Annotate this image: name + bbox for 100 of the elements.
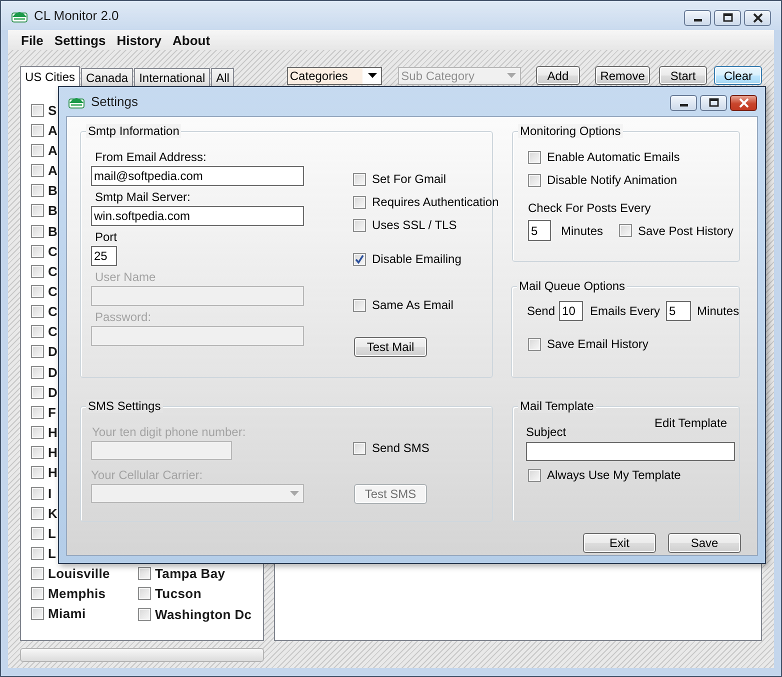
city-name: F (48, 404, 56, 420)
checkbox[interactable] (31, 224, 44, 238)
city-name: H (48, 425, 58, 440)
city-name: H (48, 465, 58, 480)
checkbox[interactable] (31, 345, 44, 358)
checkbox[interactable] (31, 567, 44, 580)
field-label: User Name (95, 270, 157, 284)
checkbox[interactable] (353, 298, 366, 312)
emails-every-label: Emails Every (590, 304, 660, 318)
checkbox[interactable] (138, 608, 151, 621)
checkbox[interactable] (31, 386, 44, 399)
group-title: Mail Queue Options (517, 279, 628, 293)
field-label: From Email Address: (95, 150, 208, 164)
city-name: Memphis (48, 586, 106, 602)
city-name: L (48, 546, 56, 562)
minimize-button[interactable] (684, 10, 711, 26)
checkbox[interactable] (31, 587, 44, 600)
dialog-button[interactable]: Save (668, 533, 741, 553)
subject-field[interactable] (526, 442, 735, 461)
checkbox[interactable] (31, 466, 44, 480)
city-name: L (48, 526, 56, 541)
checkbox[interactable] (31, 446, 44, 460)
checkbox-label: Save Post History (638, 224, 734, 238)
menu-item[interactable]: History (116, 32, 162, 48)
toolbar-button[interactable]: Add (536, 66, 580, 85)
checkbox[interactable] (31, 366, 44, 379)
scrollbar[interactable] (20, 648, 264, 662)
group-title: Smtp Information (86, 124, 182, 138)
dialog-button[interactable]: Exit (583, 533, 656, 553)
checkbox-label: Set For Gmail (372, 172, 446, 186)
checkbox[interactable] (353, 442, 366, 454)
input-field[interactable]: win.softpedia.com (91, 206, 304, 226)
checkbox[interactable] (353, 196, 366, 208)
menu-item[interactable]: File (21, 32, 44, 48)
checkbox-label: Uses SSL / TLS (372, 218, 457, 232)
tab[interactable]: US Cities (20, 66, 80, 87)
input-field[interactable]: mail@softpedia.com (91, 166, 304, 186)
toolbar-button[interactable]: Remove (595, 66, 650, 85)
checkbox[interactable] (31, 284, 44, 298)
menu-item[interactable]: About (172, 32, 210, 48)
checkbox[interactable] (528, 174, 541, 186)
checkbox[interactable] (31, 184, 44, 198)
city-name: A (48, 122, 58, 138)
checkbox[interactable] (353, 252, 366, 266)
city-name: C (48, 264, 58, 279)
close-button[interactable] (744, 10, 771, 26)
city-name: D (48, 344, 58, 360)
checkbox[interactable] (31, 607, 44, 620)
input-field[interactable]: 25 (91, 246, 117, 266)
checkbox[interactable] (31, 486, 44, 500)
maximize-button[interactable] (700, 95, 727, 111)
minutes-field[interactable]: 5 (666, 301, 692, 321)
checkbox[interactable] (31, 406, 44, 419)
city-name: C (48, 324, 58, 340)
count-field[interactable]: 10 (559, 301, 584, 321)
checkbox-label: Send SMS (372, 441, 430, 455)
group-title: Mail Template (518, 399, 596, 413)
interval-field[interactable]: 5 (528, 220, 551, 241)
checkbox[interactable] (31, 124, 44, 137)
category-dropdown[interactable]: Categories (286, 67, 382, 85)
checkbox[interactable] (31, 144, 44, 157)
tab[interactable]: All (211, 68, 234, 86)
city-name: D (48, 384, 58, 400)
checkbox[interactable] (619, 224, 632, 237)
field-label: Smtp Mail Server: (95, 190, 192, 204)
city-name: B (48, 203, 58, 218)
toolbar-button[interactable]: Clear (714, 66, 762, 85)
checkbox[interactable] (353, 172, 366, 186)
checkbox[interactable] (31, 506, 44, 520)
checkbox-label: Same As Email (372, 298, 454, 312)
close-button[interactable] (730, 95, 757, 111)
checkbox[interactable] (31, 204, 44, 218)
checkbox[interactable] (31, 104, 44, 117)
minimize-button[interactable] (670, 95, 697, 111)
test-mail-button[interactable]: Test Mail (354, 337, 427, 357)
city-name: D (48, 364, 58, 380)
checkbox[interactable] (31, 264, 44, 278)
checkbox[interactable] (528, 468, 541, 482)
checkbox[interactable] (31, 244, 44, 258)
checkbox[interactable] (31, 325, 44, 338)
checkbox[interactable] (31, 547, 44, 560)
checkbox[interactable] (138, 567, 151, 580)
edit-template-label[interactable]: Edit Template (654, 416, 727, 430)
checkbox[interactable] (528, 150, 541, 164)
checkbox[interactable] (353, 218, 366, 232)
checkbox[interactable] (528, 338, 541, 350)
checkbox[interactable] (31, 426, 44, 440)
city-name: Washington Dc (155, 606, 252, 622)
tab[interactable]: Canada (81, 68, 134, 86)
checkbox[interactable] (31, 526, 44, 540)
checkbox[interactable] (138, 587, 151, 600)
toolbar-button[interactable]: Start (658, 66, 708, 85)
city-name: Miami (48, 606, 86, 622)
maximize-button[interactable] (714, 10, 741, 26)
checkbox[interactable] (31, 164, 44, 178)
checkbox-label: Disable Emailing (372, 252, 462, 266)
menu-item[interactable]: Settings (54, 32, 106, 48)
checkbox[interactable] (31, 305, 44, 318)
group-title: SMS Settings (86, 399, 163, 413)
tab[interactable]: International (134, 68, 210, 86)
